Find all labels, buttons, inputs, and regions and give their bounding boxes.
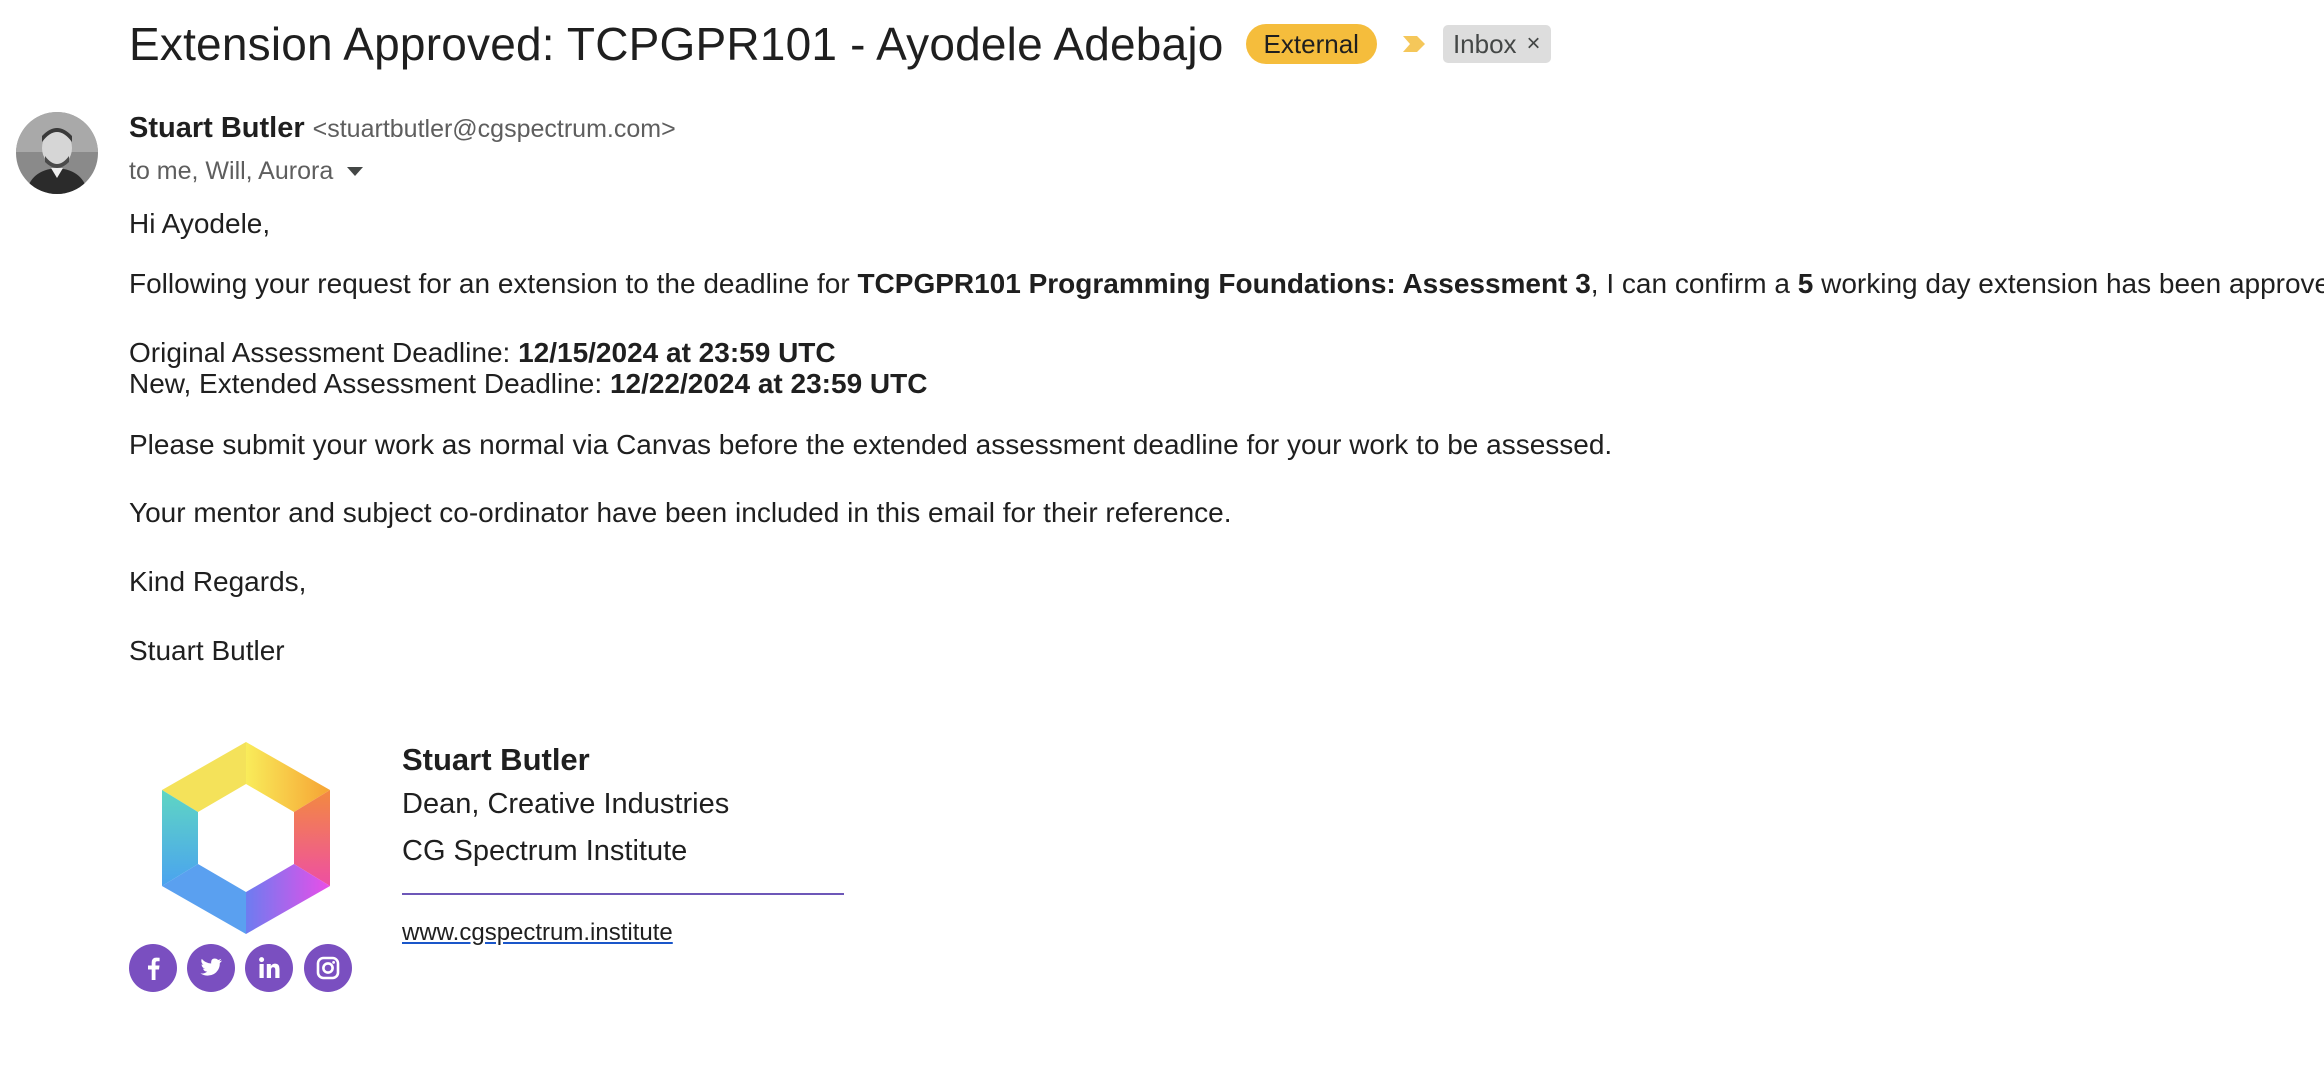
- show-details-chevron-down-icon[interactable]: [347, 167, 364, 176]
- signature-organization: CG Spectrum Institute: [402, 835, 688, 867]
- sender-row: Stuart Butler <stuartbutler@cgspectrum.c…: [129, 112, 676, 145]
- sign-off-name: Stuart Butler: [129, 635, 285, 666]
- instagram-icon[interactable]: [304, 944, 352, 992]
- inbox-label-text: Inbox: [1452, 29, 1517, 59]
- recipients-text: to me, Will, Aurora: [129, 157, 334, 185]
- greeting: Hi Ayodele,: [129, 208, 271, 239]
- closing: Kind Regards,: [129, 566, 307, 597]
- sender-name[interactable]: Stuart Butler: [129, 112, 305, 145]
- linkedin-icon[interactable]: [245, 944, 293, 992]
- paragraph-mentor: Your mentor and subject co-ordinator hav…: [129, 497, 1232, 528]
- recipients-row: to me, Will, Aurora: [129, 157, 364, 186]
- new-deadline: New, Extended Assessment Deadline: 12/22…: [129, 368, 927, 400]
- signature-website-link[interactable]: www.cgspectrum.institute: [402, 919, 673, 947]
- p1-pre: Following your request for an extension …: [129, 268, 858, 299]
- subject-row: Extension Approved: TCPGPR101 - Ayodele …: [129, 14, 1551, 74]
- email-subject: Extension Approved: TCPGPR101 - Ayodele …: [129, 18, 1224, 70]
- original-deadline: Original Assessment Deadline: 12/15/2024…: [129, 337, 836, 369]
- course-name: TCPGPR101 Programming Foundations: Asses…: [857, 268, 1591, 299]
- p1-post: working day extension has been approved.: [1813, 268, 2324, 299]
- sender-avatar[interactable]: [16, 112, 98, 194]
- signature-divider: [402, 893, 844, 895]
- cg-spectrum-logo-icon: [162, 742, 330, 934]
- signature-title: Dean, Creative Industries: [402, 788, 730, 820]
- paragraph-extension: Following your request for an extension …: [129, 268, 2324, 300]
- new-deadline-value: 12/22/2024 at 23:59 UTC: [609, 368, 928, 399]
- sender-email: <stuartbutler@cgspectrum.com>: [312, 115, 676, 143]
- remove-label-button[interactable]: ×: [1527, 29, 1541, 59]
- email-view: Extension Approved: TCPGPR101 - Ayodele …: [0, 0, 2324, 1070]
- signature-name: Stuart Butler: [402, 742, 590, 777]
- inbox-label[interactable]: Inbox ×: [1442, 25, 1551, 63]
- original-deadline-value: 12/15/2024 at 23:59 UTC: [518, 337, 836, 368]
- avatar-photo: [16, 112, 98, 194]
- importance-marker-icon[interactable]: [1401, 32, 1427, 56]
- new-deadline-label: New, Extended Assessment Deadline:: [129, 368, 610, 399]
- paragraph-submit: Please submit your work as normal via Ca…: [129, 429, 1613, 460]
- external-badge: External: [1245, 24, 1377, 64]
- facebook-icon[interactable]: [129, 944, 177, 992]
- original-deadline-label: Original Assessment Deadline:: [129, 337, 519, 368]
- extension-days: 5: [1797, 268, 1814, 299]
- p1-mid: , I can confirm a: [1590, 268, 1798, 299]
- twitter-icon[interactable]: [187, 944, 235, 992]
